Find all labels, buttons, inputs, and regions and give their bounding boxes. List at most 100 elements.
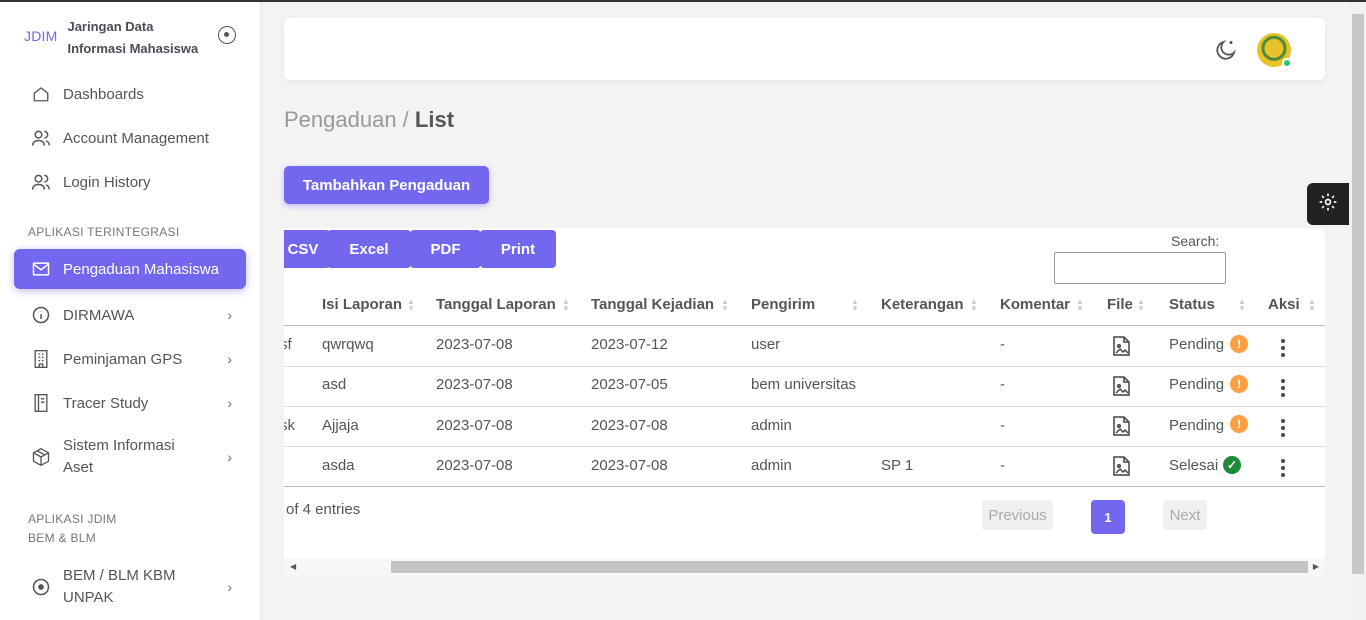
print-button[interactable]: Print	[480, 230, 556, 268]
column-header-tanggal-laporan[interactable]: Tanggal Laporan	[436, 296, 556, 313]
more-actions-icon[interactable]	[1281, 419, 1285, 440]
sidebar-item-login-history[interactable]: Login History	[14, 170, 246, 194]
table-cell: admin	[751, 417, 792, 434]
vertical-scrollbar[interactable]	[1350, 2, 1366, 620]
sidebar-item-tracer-study[interactable]: Tracer Study ›	[14, 391, 246, 415]
sidebar-item-pengaduan-mahasiswa[interactable]: Pengaduan Mahasiswa	[14, 249, 246, 289]
sidebar-item-peminjaman-gps[interactable]: Peminjaman GPS ›	[14, 347, 246, 371]
sidebar-item-label: Sistem Informasi Aset	[63, 435, 175, 479]
more-actions-icon[interactable]	[1281, 379, 1285, 400]
file-image-icon[interactable]	[1113, 456, 1130, 481]
breadcrumb-current: List	[414, 107, 455, 132]
complaints-table-card: CSV Excel PDF Print Search: l Isi Lapora…	[284, 228, 1325, 576]
table-cell: -	[1000, 336, 1005, 353]
search-input[interactable]	[1054, 252, 1226, 284]
sort-icon: ▲ ▼	[1076, 297, 1084, 313]
scroll-right-icon[interactable]: ▶	[1313, 562, 1319, 571]
sidebar-item-bem-blm[interactable]: BEM / BLM KBM UNPAK ›	[14, 565, 246, 609]
sort-icon: ▲ ▼	[407, 297, 415, 313]
pagination-page-1[interactable]: 1	[1091, 500, 1125, 534]
column-header-file[interactable]: File	[1107, 296, 1133, 313]
column-header-komentar[interactable]: Komentar	[1000, 296, 1070, 313]
table-cell: sk	[284, 417, 295, 434]
settings-button[interactable]	[1307, 183, 1349, 225]
warning-icon: !	[1230, 415, 1248, 433]
sidebar-item-label-line2: Aset	[63, 459, 94, 476]
section-header-jdim: APLIKASI JDIM BEM & BLM	[28, 510, 117, 548]
chevron-right-icon: ›	[227, 351, 232, 367]
chevron-right-icon: ›	[227, 579, 232, 595]
scroll-left-icon[interactable]: ◀	[290, 562, 296, 571]
file-image-icon[interactable]	[1113, 336, 1130, 361]
table-cell: -	[1000, 457, 1005, 474]
table-cell: 2023-07-08	[436, 336, 513, 353]
column-header-aksi[interactable]: Aksi	[1268, 296, 1300, 313]
table-cell: sf	[284, 336, 292, 353]
moon-icon[interactable]	[1214, 38, 1238, 67]
column-header-pengirim[interactable]: Pengirim	[751, 296, 815, 313]
scrollbar-thumb[interactable]	[391, 561, 1308, 573]
table-cell: Ajjaja	[322, 417, 359, 434]
brand-name-line1: Jaringan Data	[67, 19, 154, 34]
sidebar-item-label: DIRMAWA	[63, 306, 135, 324]
mail-icon	[31, 259, 51, 279]
brand-name: Jaringan Data Informasi Mahasiswa	[67, 16, 198, 60]
status-text: Pending	[1169, 376, 1225, 393]
status-text: Pending	[1169, 417, 1225, 434]
box-icon	[31, 447, 51, 467]
breadcrumb-parent: Pengaduan /	[284, 107, 415, 132]
table-cell: 2023-07-05	[591, 376, 668, 393]
brand-name-line2: Informasi Mahasiswa	[67, 41, 199, 56]
pagination-next[interactable]: Next	[1163, 500, 1207, 530]
section-header-line2: BEM & BLM	[28, 531, 97, 545]
export-csv-button[interactable]: CSV	[284, 230, 330, 268]
sort-icon: ▲ ▼	[970, 297, 978, 313]
table-cell: 2023-07-08	[591, 457, 668, 474]
avatar[interactable]	[1257, 33, 1292, 68]
export-pdf-button[interactable]: PDF	[410, 230, 481, 268]
horizontal-scrollbar[interactable]: ◀ ▶	[284, 558, 1325, 576]
gear-icon	[1318, 192, 1338, 217]
building-icon	[31, 349, 51, 369]
export-excel-button[interactable]: Excel	[327, 230, 411, 268]
table-cell: user	[751, 336, 781, 353]
chevron-right-icon: ›	[227, 449, 232, 465]
sidebar-item-label: Peminjaman GPS	[63, 350, 183, 368]
more-actions-icon[interactable]	[1281, 459, 1285, 480]
table-cell: -	[1000, 417, 1005, 434]
column-header-status[interactable]: Status	[1169, 296, 1215, 313]
more-actions-icon[interactable]	[1281, 339, 1285, 360]
column-header-isi-laporan[interactable]: Isi Laporan	[322, 296, 402, 313]
row-divider	[284, 366, 1325, 367]
table-cell: -	[1000, 376, 1005, 393]
scrollbar-thumb[interactable]	[1352, 14, 1364, 574]
warning-icon: !	[1230, 335, 1248, 353]
sort-icon: ▲ ▼	[1137, 297, 1145, 313]
table-cell: 2023-07-08	[591, 417, 668, 434]
column-header-tanggal-kejadian[interactable]: Tanggal Kejadian	[591, 296, 714, 313]
home-icon	[31, 84, 51, 104]
table-cell: 2023-07-08	[436, 457, 513, 474]
sidebar-toggle-icon[interactable]	[218, 26, 236, 44]
chevron-right-icon: ›	[227, 307, 232, 323]
file-image-icon[interactable]	[1113, 416, 1130, 441]
header-divider	[284, 325, 1325, 326]
table-cell: asda	[322, 457, 355, 474]
row-divider	[284, 406, 1325, 407]
add-complaint-button[interactable]: Tambahkan Pengaduan	[284, 166, 489, 204]
sidebar-item-dashboards[interactable]: Dashboards	[14, 82, 246, 106]
column-header-keterangan[interactable]: Keterangan	[881, 296, 964, 313]
section-header-integrated: APLIKASI TERINTEGRASI	[28, 225, 180, 239]
chevron-right-icon: ›	[227, 395, 232, 411]
sidebar-item-dirmawa[interactable]: DIRMAWA ›	[14, 303, 246, 327]
brand[interactable]: JDIM Jaringan Data Informasi Mahasiswa	[24, 16, 236, 60]
sidebar-item-label: Tracer Study	[63, 394, 149, 412]
sidebar-item-sistem-informasi-aset[interactable]: Sistem Informasi Aset ›	[14, 435, 246, 479]
status-text: Selesai	[1169, 457, 1219, 474]
sidebar-item-label: Pengaduan Mahasiswa	[63, 260, 219, 278]
file-image-icon[interactable]	[1113, 376, 1130, 401]
sidebar-item-account-management[interactable]: Account Management	[14, 126, 246, 150]
pagination-previous[interactable]: Previous	[982, 500, 1053, 530]
sidebar-item-label: Account Management	[63, 129, 209, 147]
table-cell: 2023-07-08	[436, 417, 513, 434]
